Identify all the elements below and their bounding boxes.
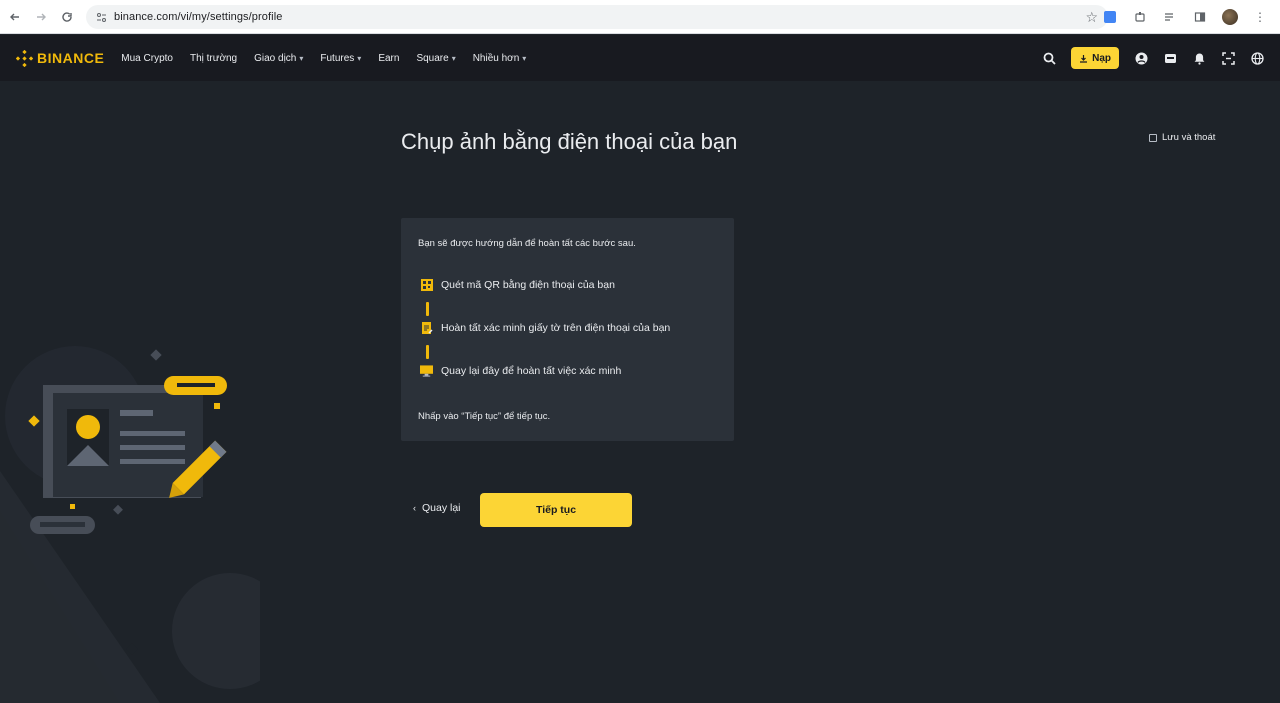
save-and-exit-button[interactable]: Lưu và thoát [1149, 132, 1215, 143]
extensions-puzzle-icon[interactable] [1128, 5, 1152, 29]
binance-logo[interactable]: BINANCE [16, 49, 105, 67]
menu-label: Square [416, 52, 449, 64]
id-card-illustration [0, 346, 260, 703]
menu-label: Thị trường [189, 52, 238, 64]
main-content: Chụp ảnh bằng điện thoại của bạn Lưu và … [0, 81, 1280, 703]
menu-item-earn[interactable]: Earn [378, 53, 399, 64]
search-icon[interactable] [1042, 51, 1056, 65]
step-label: Quay lại đây để hoàn tất việc xác minh [441, 365, 622, 377]
desktop-monitor-icon [420, 365, 433, 377]
step-connector [426, 345, 429, 359]
site-settings-icon[interactable] [94, 10, 108, 24]
continue-label: Tiếp tục [535, 504, 577, 516]
reading-list-icon[interactable] [1158, 5, 1182, 29]
back-label: Quay lại [422, 502, 461, 514]
step-item-scan-qr: Quét mã QR bằng điện thoại của bạn [420, 279, 615, 291]
steps-intro: Bạn sẽ được hướng dẫn để hoàn tất các bư… [418, 238, 636, 249]
menu-label: Nhiều hơn [472, 52, 520, 64]
binance-logo-icon [16, 49, 33, 67]
reload-icon[interactable] [54, 4, 80, 30]
menu-label: Giao dịch [254, 52, 297, 64]
header-actions: Nạp [1042, 35, 1264, 81]
logo-text: BINANCE [37, 50, 105, 66]
menu-item-more[interactable]: Nhiều hơn ▾ [473, 53, 527, 64]
continue-hint: Nhấp vào “Tiếp tục” để tiếp tục. [418, 411, 551, 422]
site-header: BINANCE Mua Crypto Thị trường Giao dịch ▾… [0, 35, 1280, 81]
qr-code-icon [420, 279, 433, 291]
address-bar[interactable]: binance.com/vi/my/settings/profile ☆ [86, 5, 1108, 29]
save-icon [1149, 133, 1157, 142]
steps-card: Bạn sẽ được hướng dẫn để hoàn tất các bư… [401, 218, 734, 441]
chevron-down-icon: ▾ [357, 53, 362, 63]
translate-extension-icon[interactable] [1098, 5, 1122, 29]
step-label: Quét mã QR bằng điện thoại của bạn [441, 279, 615, 291]
save-exit-label: Lưu và thoát [1162, 132, 1216, 143]
step-item-verify-document: Hoàn tất xác minh giấy tờ trên điện thoạ… [420, 322, 670, 334]
chevron-down-icon: ▾ [299, 53, 304, 63]
menu-item-trade[interactable]: Giao dịch ▾ [254, 53, 303, 64]
main-menu: Mua Crypto Thị trường Giao dịch ▾ Futures… [121, 53, 543, 64]
menu-label: Mua Crypto [121, 52, 173, 64]
deposit-button[interactable]: Nạp [1071, 47, 1119, 69]
side-panel-icon[interactable] [1188, 5, 1212, 29]
qr-download-icon[interactable] [1221, 51, 1235, 65]
url-text: binance.com/vi/my/settings/profile [114, 11, 283, 23]
document-edit-icon [420, 322, 433, 334]
menu-item-square[interactable]: Square ▾ [416, 53, 455, 64]
step-connector [426, 302, 429, 316]
menu-item-markets[interactable]: Thị trường [190, 53, 237, 64]
menu-item-buy-crypto[interactable]: Mua Crypto [121, 53, 173, 64]
menu-item-futures[interactable]: Futures ▾ [320, 53, 361, 64]
extensions-area: ⋮ [1098, 5, 1280, 29]
back-arrow-icon[interactable] [2, 4, 28, 30]
notification-bell-icon[interactable] [1192, 51, 1206, 65]
step-label: Hoàn tất xác minh giấy tờ trên điện thoạ… [441, 322, 671, 334]
profile-avatar-icon[interactable] [1218, 5, 1242, 29]
user-profile-icon[interactable] [1134, 51, 1148, 65]
menu-label: Futures [320, 52, 355, 64]
back-button[interactable]: ‹ Quay lại [413, 502, 461, 514]
globe-language-icon[interactable] [1250, 51, 1264, 65]
browser-menu-icon[interactable]: ⋮ [1248, 5, 1272, 29]
menu-label: Earn [378, 52, 400, 64]
deposit-label: Nạp [1092, 52, 1111, 64]
forward-arrow-icon[interactable] [28, 4, 54, 30]
bookmark-star-icon[interactable]: ☆ [1085, 9, 1098, 26]
page-title: Chụp ảnh bằng điện thoại của bạn [401, 129, 738, 154]
download-icon [1080, 54, 1088, 63]
chevron-left-icon: ‹ [413, 503, 416, 513]
wallet-icon[interactable] [1163, 51, 1177, 65]
chevron-down-icon: ▾ [522, 53, 527, 63]
continue-button[interactable]: Tiếp tục [480, 493, 632, 527]
chevron-down-icon: ▾ [451, 53, 456, 63]
browser-toolbar: binance.com/vi/my/settings/profile ☆ ⋮ [0, 0, 1280, 34]
step-item-return-complete: Quay lại đây để hoàn tất việc xác minh [420, 365, 621, 377]
